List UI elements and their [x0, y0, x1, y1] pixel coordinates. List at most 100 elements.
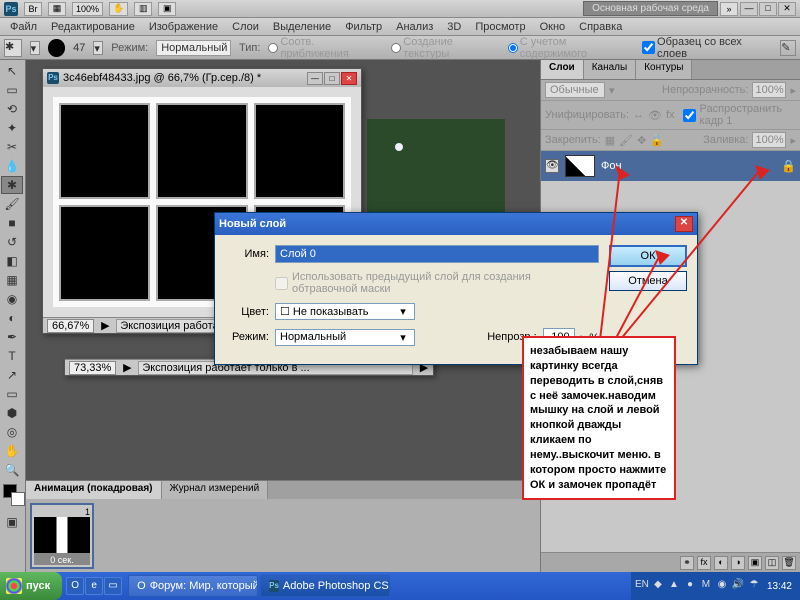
hand-icon[interactable]: ✋: [109, 2, 128, 16]
camera-tool-icon[interactable]: ◎: [1, 423, 23, 441]
path-tool-icon[interactable]: ↗: [1, 366, 23, 384]
menu-3d[interactable]: 3D: [441, 20, 467, 34]
chevron-down-icon[interactable]: ▾: [30, 41, 40, 55]
unify-visibility-icon[interactable]: 👁: [648, 109, 662, 122]
frame-duration[interactable]: 0 сек.: [34, 553, 90, 565]
bridge-icon[interactable]: Br: [24, 2, 42, 16]
radio-texture[interactable]: Создание текстуры: [391, 36, 499, 60]
brush-preview-icon[interactable]: [48, 39, 66, 57]
menu-edit[interactable]: Редактирование: [45, 20, 141, 34]
lock-pixels-icon[interactable]: 🖌: [619, 134, 633, 147]
lock-position-icon[interactable]: ✥: [637, 134, 646, 147]
adjustment-icon[interactable]: ◑: [731, 556, 745, 570]
gradient-tool-icon[interactable]: ▦: [1, 271, 23, 289]
antivirus-icon[interactable]: ☂: [747, 579, 761, 593]
close-button[interactable]: ✕: [778, 2, 796, 16]
menu-help[interactable]: Справка: [573, 20, 628, 34]
tray-icon[interactable]: ◆: [651, 579, 665, 593]
start-button[interactable]: пуск: [0, 572, 62, 600]
zoom-field[interactable]: 100%: [72, 2, 103, 16]
ie-icon[interactable]: e: [85, 577, 103, 595]
tab-layers[interactable]: Слои: [541, 60, 584, 79]
lock-all-icon[interactable]: 🔒: [650, 134, 664, 147]
menu-image[interactable]: Изображение: [143, 20, 224, 34]
taskbar-task-photoshop[interactable]: PsAdobe Photoshop CS...: [260, 575, 390, 597]
shape-tool-icon[interactable]: ▭: [1, 385, 23, 403]
dodge-tool-icon[interactable]: ◐: [1, 309, 23, 327]
new-layer-icon[interactable]: ◫: [765, 556, 779, 570]
menu-select[interactable]: Выделение: [267, 20, 337, 34]
menu-file[interactable]: Файл: [4, 20, 43, 34]
taskbar-task-browser[interactable]: OФорум: Мир, который...: [128, 575, 258, 597]
trash-icon[interactable]: 🗑: [782, 556, 796, 570]
mask-icon[interactable]: ◐: [714, 556, 728, 570]
tab-measurements[interactable]: Журнал измерений: [162, 481, 269, 499]
mini-bridge-icon[interactable]: ▦: [48, 2, 66, 16]
wand-tool-icon[interactable]: ✦: [1, 119, 23, 137]
opacity-field[interactable]: 100%: [752, 82, 786, 98]
tool-preset-icon[interactable]: ✱: [4, 39, 22, 57]
type-tool-icon[interactable]: T: [1, 347, 23, 365]
folder-icon[interactable]: ▣: [748, 556, 762, 570]
radio-content-aware[interactable]: С учетом содержимого: [508, 36, 634, 60]
opera-icon[interactable]: O: [66, 577, 84, 595]
eraser-tool-icon[interactable]: ◧: [1, 252, 23, 270]
blend-mode-select[interactable]: Нормальный▾: [275, 329, 415, 346]
doc-maximize-button[interactable]: □: [324, 72, 340, 85]
pen-tool-icon[interactable]: ✒: [1, 328, 23, 346]
menu-analysis[interactable]: Анализ: [390, 20, 439, 34]
unify-style-icon[interactable]: fx: [666, 109, 675, 121]
tray-icon[interactable]: M: [699, 579, 713, 593]
tray-icon[interactable]: ●: [683, 579, 697, 593]
lasso-tool-icon[interactable]: ⟲: [1, 100, 23, 118]
tab-channels[interactable]: Каналы: [584, 60, 637, 79]
chevron-down-icon[interactable]: ▾: [93, 41, 103, 55]
unify-position-icon[interactable]: ↔: [633, 109, 644, 121]
screen-mode-icon[interactable]: ▣: [158, 2, 176, 16]
tray-icon[interactable]: ◉: [715, 579, 729, 593]
quickmask-icon[interactable]: ▣: [1, 513, 23, 531]
doc1-zoom[interactable]: 66,67%: [47, 319, 94, 333]
layer-name-input[interactable]: Слой 0: [275, 245, 599, 263]
zoom-tool-icon[interactable]: 🔍: [1, 461, 23, 479]
hand-tool-icon[interactable]: ✋: [1, 442, 23, 460]
animation-frame[interactable]: 1 0 сек.: [30, 503, 94, 569]
fx-icon[interactable]: fx: [697, 556, 711, 570]
doc2-zoom[interactable]: 73,33%: [69, 361, 116, 375]
maximize-button[interactable]: □: [759, 2, 777, 16]
play-icon[interactable]: ▶: [100, 319, 110, 332]
3d-tool-icon[interactable]: ⬢: [1, 404, 23, 422]
move-tool-icon[interactable]: ↖: [1, 62, 23, 80]
background-swatch[interactable]: [11, 492, 25, 506]
doc-minimize-button[interactable]: —: [307, 72, 323, 85]
minimize-button[interactable]: —: [740, 2, 758, 16]
lock-transparent-icon[interactable]: ▦: [605, 134, 615, 147]
radio-proximity[interactable]: Соотв. приближения: [268, 36, 383, 60]
tab-paths[interactable]: Контуры: [636, 60, 692, 79]
tab-animation[interactable]: Анимация (покадровая): [26, 481, 162, 499]
tray-icon[interactable]: 🔊: [731, 579, 745, 593]
eyedropper-tool-icon[interactable]: 💧: [1, 157, 23, 175]
tray-icon[interactable]: ▲: [667, 579, 681, 593]
menu-window[interactable]: Окно: [534, 20, 572, 34]
workspace-chevron-icon[interactable]: »: [720, 2, 738, 16]
clock[interactable]: 13:42: [763, 581, 796, 592]
crop-tool-icon[interactable]: ✂: [1, 138, 23, 156]
workspace-selector[interactable]: Основная рабочая среда: [583, 1, 718, 16]
brush-tool-icon[interactable]: 🖌: [1, 195, 23, 213]
desktop-icon[interactable]: ▭: [104, 577, 122, 595]
arrange-icon[interactable]: ▥: [134, 2, 152, 16]
healing-tool-icon[interactable]: ✱: [1, 176, 23, 194]
color-select[interactable]: ☐ Не показывать▾: [275, 303, 415, 320]
history-brush-icon[interactable]: ↺: [1, 233, 23, 251]
lang-indicator[interactable]: EN: [635, 579, 649, 593]
menu-layer[interactable]: Слои: [226, 20, 265, 34]
fill-field[interactable]: 100%: [752, 132, 786, 148]
blend-mode-select[interactable]: Обычные: [545, 82, 605, 98]
doc-close-button[interactable]: ✕: [341, 72, 357, 85]
pressure-icon[interactable]: ✎: [780, 40, 796, 56]
menu-filter[interactable]: Фильтр: [339, 20, 388, 34]
play-icon[interactable]: ▶: [122, 361, 132, 374]
marquee-tool-icon[interactable]: ▭: [1, 81, 23, 99]
mode-select[interactable]: Нормальный: [156, 40, 231, 56]
